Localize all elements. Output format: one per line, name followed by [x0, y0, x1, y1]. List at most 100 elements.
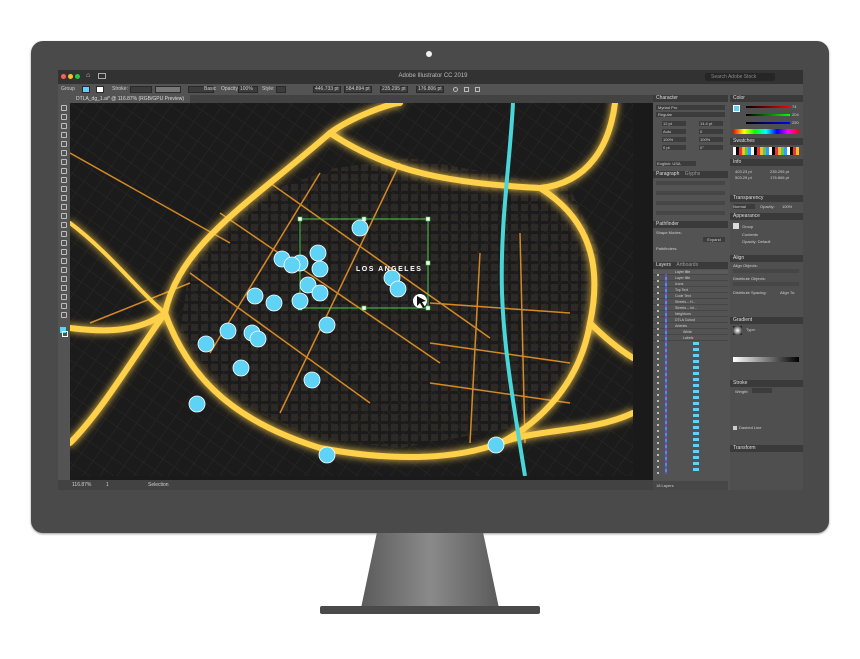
zoom-level[interactable]: 116.87%: [72, 482, 91, 488]
slice-tool-icon[interactable]: [61, 294, 67, 300]
transparency-opacity-value[interactable]: 100%: [782, 204, 792, 209]
swatches-panel-header[interactable]: Swatches: [730, 138, 803, 145]
search-stock-input[interactable]: Search Adobe Stock: [705, 73, 775, 81]
artboards-tab[interactable]: Artboards: [676, 262, 698, 268]
layers-tab[interactable]: Layers: [656, 262, 671, 268]
isolate-icon[interactable]: [464, 87, 469, 92]
stroke-panel-header[interactable]: Stroke: [730, 380, 803, 387]
pathfinder-panel-header[interactable]: Pathfinder: [653, 221, 728, 228]
font-style-field[interactable]: Regular: [656, 112, 725, 117]
map-pin[interactable]: [487, 436, 505, 454]
kerning-field[interactable]: Auto: [662, 129, 686, 134]
home-icon[interactable]: ⌂: [86, 72, 90, 79]
type-tool-icon[interactable]: [61, 132, 67, 138]
appearance-contents[interactable]: Contents: [742, 232, 758, 237]
mesh-tool-icon[interactable]: [61, 231, 67, 237]
graph-tool-icon[interactable]: [61, 276, 67, 282]
alignment-buttons[interactable]: [656, 181, 725, 185]
blue-value[interactable]: 250: [792, 120, 799, 125]
zoom-tool-icon[interactable]: [61, 312, 67, 318]
blue-slider[interactable]: [746, 122, 790, 124]
artboard-tool-icon[interactable]: [61, 285, 67, 291]
distribute-objects-buttons[interactable]: [733, 282, 799, 286]
pen-tool-icon[interactable]: [61, 123, 67, 129]
width-tool-icon[interactable]: [61, 195, 67, 201]
graphic-style-field[interactable]: [276, 86, 286, 93]
visibility-eye-icons[interactable]: [657, 274, 659, 474]
direct-selection-tool-icon[interactable]: [61, 114, 67, 120]
paragraph-tab[interactable]: Paragraph: [656, 171, 679, 177]
map-pin[interactable]: [303, 371, 321, 389]
maximize-window-button[interactable]: [75, 74, 80, 79]
gradient-panel-header[interactable]: Gradient: [730, 317, 803, 324]
character-rotation-field[interactable]: 0°: [699, 145, 723, 150]
canvas[interactable]: LOS ANGELES: [70, 103, 633, 476]
map-pin[interactable]: [389, 280, 407, 298]
font-family-field[interactable]: Myriad Pro: [656, 105, 725, 110]
character-panel-header[interactable]: Character: [653, 95, 728, 102]
stroke-weight-field[interactable]: [130, 86, 152, 93]
green-slider[interactable]: [746, 114, 790, 116]
glyphs-tab[interactable]: Glyphs: [685, 171, 701, 177]
horizontal-scale-field[interactable]: 100%: [699, 137, 723, 142]
map-pin[interactable]: [249, 330, 267, 348]
document-tab[interactable]: DTLA_dg_1.ai* @ 116.87% (RGB/GPU Preview…: [70, 95, 191, 103]
map-pin[interactable]: [219, 322, 237, 340]
map-pin[interactable]: [197, 335, 215, 353]
red-value[interactable]: 74: [792, 104, 796, 109]
selection-tool-icon[interactable]: [61, 105, 67, 111]
paintbrush-tool-icon[interactable]: [61, 159, 67, 165]
gradient-tool-icon[interactable]: [61, 240, 67, 246]
perspective-grid-tool-icon[interactable]: [61, 222, 67, 228]
symbol-sprayer-tool-icon[interactable]: [61, 267, 67, 273]
gradient-slider[interactable]: [733, 357, 799, 362]
eraser-tool-icon[interactable]: [61, 177, 67, 183]
baseline-shift-field[interactable]: 0 pt: [662, 145, 686, 150]
fill-swatch[interactable]: [82, 86, 90, 93]
line-tool-icon[interactable]: [61, 141, 67, 147]
map-pin[interactable]: [188, 395, 206, 413]
map-pin[interactable]: [318, 316, 336, 334]
stroke-swatch[interactable]: [96, 86, 104, 93]
color-spectrum[interactable]: [733, 129, 799, 134]
rectangle-tool-icon[interactable]: [61, 150, 67, 156]
width-field[interactable]: 235.295 pt: [380, 86, 408, 93]
language-field[interactable]: English: USA: [656, 161, 696, 166]
workspace-switcher-icon[interactable]: [98, 73, 106, 79]
variable-width-field[interactable]: [155, 86, 181, 93]
hyphenate-field[interactable]: [656, 211, 725, 215]
expand-button[interactable]: Expand: [703, 237, 725, 242]
blend-mode-field[interactable]: Normal: [733, 204, 755, 209]
tracking-field[interactable]: 0: [699, 129, 723, 134]
height-field[interactable]: 176.806 pt: [416, 86, 444, 93]
appearance-opacity[interactable]: Opacity: Default: [742, 239, 770, 244]
map-pin[interactable]: [232, 359, 250, 377]
appearance-panel-header[interactable]: Appearance: [730, 213, 803, 220]
map-pin[interactable]: [291, 292, 309, 310]
shaper-tool-icon[interactable]: [61, 168, 67, 174]
map-pin[interactable]: [311, 284, 329, 302]
blend-tool-icon[interactable]: [61, 258, 67, 264]
map-pin[interactable]: [351, 219, 369, 237]
indent-fields[interactable]: [656, 191, 725, 195]
transform-panel-header[interactable]: Transform: [730, 445, 803, 452]
map-pin[interactable]: [283, 256, 301, 274]
map-pin[interactable]: [309, 244, 327, 262]
swatch-grid[interactable]: [733, 147, 799, 155]
map-pin[interactable]: [246, 287, 264, 305]
font-size-field[interactable]: 12 pt: [662, 121, 686, 126]
fill-color-swatch[interactable]: [733, 105, 740, 112]
leading-field[interactable]: 14.4 pt: [699, 121, 723, 126]
y-field[interactable]: 584.894 pt: [344, 86, 372, 93]
align-icon[interactable]: [475, 87, 480, 92]
info-panel-header[interactable]: Info: [730, 159, 803, 166]
map-pin[interactable]: [311, 260, 329, 278]
minimize-window-button[interactable]: [68, 74, 73, 79]
stroke-color-icon[interactable]: [62, 331, 68, 337]
green-value[interactable]: 204: [792, 112, 799, 117]
space-fields[interactable]: [656, 201, 725, 205]
align-panel-header[interactable]: Align: [730, 255, 803, 262]
color-panel-header[interactable]: Color: [730, 95, 803, 102]
map-pin[interactable]: [318, 446, 336, 464]
artboard-number[interactable]: 1: [106, 482, 109, 488]
